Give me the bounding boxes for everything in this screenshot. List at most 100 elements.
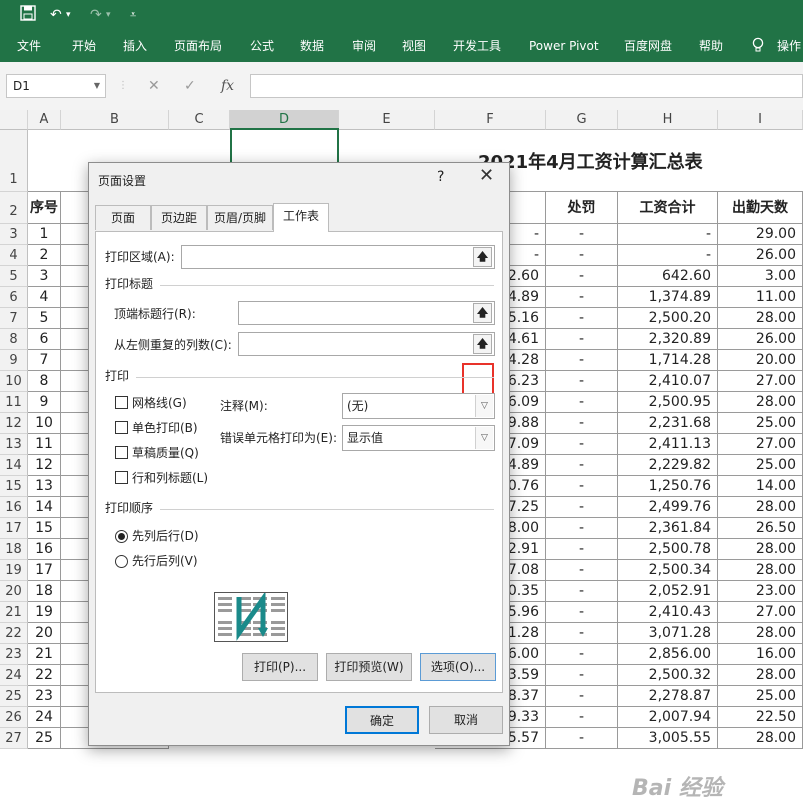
cell-i14[interactable]: 25.00	[718, 455, 803, 476]
down-then-over-radio[interactable]	[115, 530, 128, 543]
errors-select[interactable]: 显示值 ▽	[342, 425, 495, 451]
help-icon[interactable]: ?	[437, 169, 444, 185]
over-then-down-radio[interactable]	[115, 555, 128, 568]
cell-i13[interactable]: 27.00	[718, 434, 803, 455]
column-header-c[interactable]: C	[169, 110, 230, 130]
row-col-headings-checkbox[interactable]	[115, 471, 128, 484]
cell-i11[interactable]: 28.00	[718, 392, 803, 413]
cell-a22[interactable]: 20	[28, 623, 61, 644]
header-cell-i[interactable]: 出勤天数	[718, 192, 803, 224]
collapse-dialog-icon[interactable]: 🡅	[473, 303, 492, 323]
cell-a11[interactable]: 9	[28, 392, 61, 413]
cell-h9[interactable]: 1,714.28	[618, 350, 718, 371]
row-col-headings-label[interactable]: 行和列标题(L)	[132, 470, 208, 486]
cell-i20[interactable]: 23.00	[718, 581, 803, 602]
cell-i26[interactable]: 22.50	[718, 707, 803, 728]
cell-h8[interactable]: 2,320.89	[618, 329, 718, 350]
cell-i10[interactable]: 27.00	[718, 371, 803, 392]
row-header-7[interactable]: 7	[0, 308, 28, 329]
cell-h7[interactable]: 2,500.20	[618, 308, 718, 329]
cell-h27[interactable]: 3,005.55	[618, 728, 718, 749]
save-icon[interactable]	[20, 5, 36, 25]
tab-formulas[interactable]: 公式	[250, 37, 274, 55]
tab-home[interactable]: 开始	[72, 37, 96, 55]
tab-file[interactable]: 文件	[17, 37, 41, 55]
cell-g10[interactable]: -	[546, 371, 618, 392]
cell-a12[interactable]: 10	[28, 413, 61, 434]
cell-g13[interactable]: -	[546, 434, 618, 455]
column-header-a[interactable]: A	[28, 110, 61, 130]
row-header-3[interactable]: 3	[0, 224, 28, 245]
cell-a26[interactable]: 24	[28, 707, 61, 728]
cell-g6[interactable]: -	[546, 287, 618, 308]
chevron-down-icon[interactable]: ▽	[475, 395, 493, 417]
row-header-26[interactable]: 26	[0, 707, 28, 728]
row-header-25[interactable]: 25	[0, 686, 28, 707]
cell-h18[interactable]: 2,500.78	[618, 539, 718, 560]
gridlines-label[interactable]: 网格线(G)	[132, 395, 187, 411]
collapse-dialog-icon[interactable]: 🡅	[473, 247, 492, 267]
header-cell-a[interactable]: 序号	[28, 192, 61, 224]
cell-i4[interactable]: 26.00	[718, 245, 803, 266]
over-then-down-label[interactable]: 先行后列(V)	[132, 553, 198, 569]
cell-g11[interactable]: -	[546, 392, 618, 413]
print-area-input[interactable]: 🡅	[181, 245, 495, 269]
cell-i6[interactable]: 11.00	[718, 287, 803, 308]
cell-i22[interactable]: 28.00	[718, 623, 803, 644]
cell-g25[interactable]: -	[546, 686, 618, 707]
column-header-d[interactable]: D	[230, 110, 339, 130]
cell-a19[interactable]: 17	[28, 560, 61, 581]
cell-g8[interactable]: -	[546, 329, 618, 350]
cell-a15[interactable]: 13	[28, 476, 61, 497]
tab-developer[interactable]: 开发工具	[453, 37, 501, 55]
tab-data[interactable]: 数据	[300, 37, 324, 55]
cell-i23[interactable]: 16.00	[718, 644, 803, 665]
cell-g21[interactable]: -	[546, 602, 618, 623]
cell-h3[interactable]: -	[618, 224, 718, 245]
cell-a18[interactable]: 16	[28, 539, 61, 560]
column-header-g[interactable]: G	[546, 110, 618, 130]
gridlines-checkbox[interactable]	[115, 396, 128, 409]
insert-function-icon[interactable]: fx	[221, 77, 234, 95]
cell-h11[interactable]: 2,500.95	[618, 392, 718, 413]
row-header-11[interactable]: 11	[0, 392, 28, 413]
black-white-label[interactable]: 单色打印(B)	[132, 420, 198, 436]
enter-check-icon[interactable]: ✓	[184, 77, 196, 95]
row-header-20[interactable]: 20	[0, 581, 28, 602]
close-icon[interactable]: ✕	[479, 165, 494, 186]
cell-i16[interactable]: 28.00	[718, 497, 803, 518]
cancel-button[interactable]: 取消	[429, 706, 503, 734]
cell-a20[interactable]: 18	[28, 581, 61, 602]
cell-h5[interactable]: 642.60	[618, 266, 718, 287]
undo-dropdown-icon[interactable]: ▾	[66, 5, 71, 25]
cell-a7[interactable]: 5	[28, 308, 61, 329]
black-white-checkbox[interactable]	[115, 421, 128, 434]
draft-quality-checkbox[interactable]	[115, 446, 128, 459]
row-header-16[interactable]: 16	[0, 497, 28, 518]
cell-g27[interactable]: -	[546, 728, 618, 749]
header-cell-g[interactable]: 处罚	[546, 192, 618, 224]
cell-h10[interactable]: 2,410.07	[618, 371, 718, 392]
tab-review[interactable]: 审阅	[352, 37, 376, 55]
cell-h12[interactable]: 2,231.68	[618, 413, 718, 434]
cell-i12[interactable]: 25.00	[718, 413, 803, 434]
header-cell-h[interactable]: 工资合计	[618, 192, 718, 224]
cell-a14[interactable]: 12	[28, 455, 61, 476]
cell-g3[interactable]: -	[546, 224, 618, 245]
cell-g17[interactable]: -	[546, 518, 618, 539]
cell-i3[interactable]: 29.00	[718, 224, 803, 245]
cell-i19[interactable]: 28.00	[718, 560, 803, 581]
cell-a6[interactable]: 4	[28, 287, 61, 308]
cell-h23[interactable]: 2,856.00	[618, 644, 718, 665]
ok-button[interactable]: 确定	[345, 706, 419, 734]
cell-i21[interactable]: 27.00	[718, 602, 803, 623]
select-all-corner[interactable]	[0, 110, 28, 130]
row-header-13[interactable]: 13	[0, 434, 28, 455]
cell-i7[interactable]: 28.00	[718, 308, 803, 329]
cell-h22[interactable]: 3,071.28	[618, 623, 718, 644]
formula-input[interactable]	[250, 74, 803, 98]
cell-g18[interactable]: -	[546, 539, 618, 560]
chevron-down-icon[interactable]: ▼	[94, 75, 100, 97]
options-button[interactable]: 选项(O)...	[420, 653, 496, 681]
chevron-down-icon[interactable]: ▽	[475, 427, 493, 449]
